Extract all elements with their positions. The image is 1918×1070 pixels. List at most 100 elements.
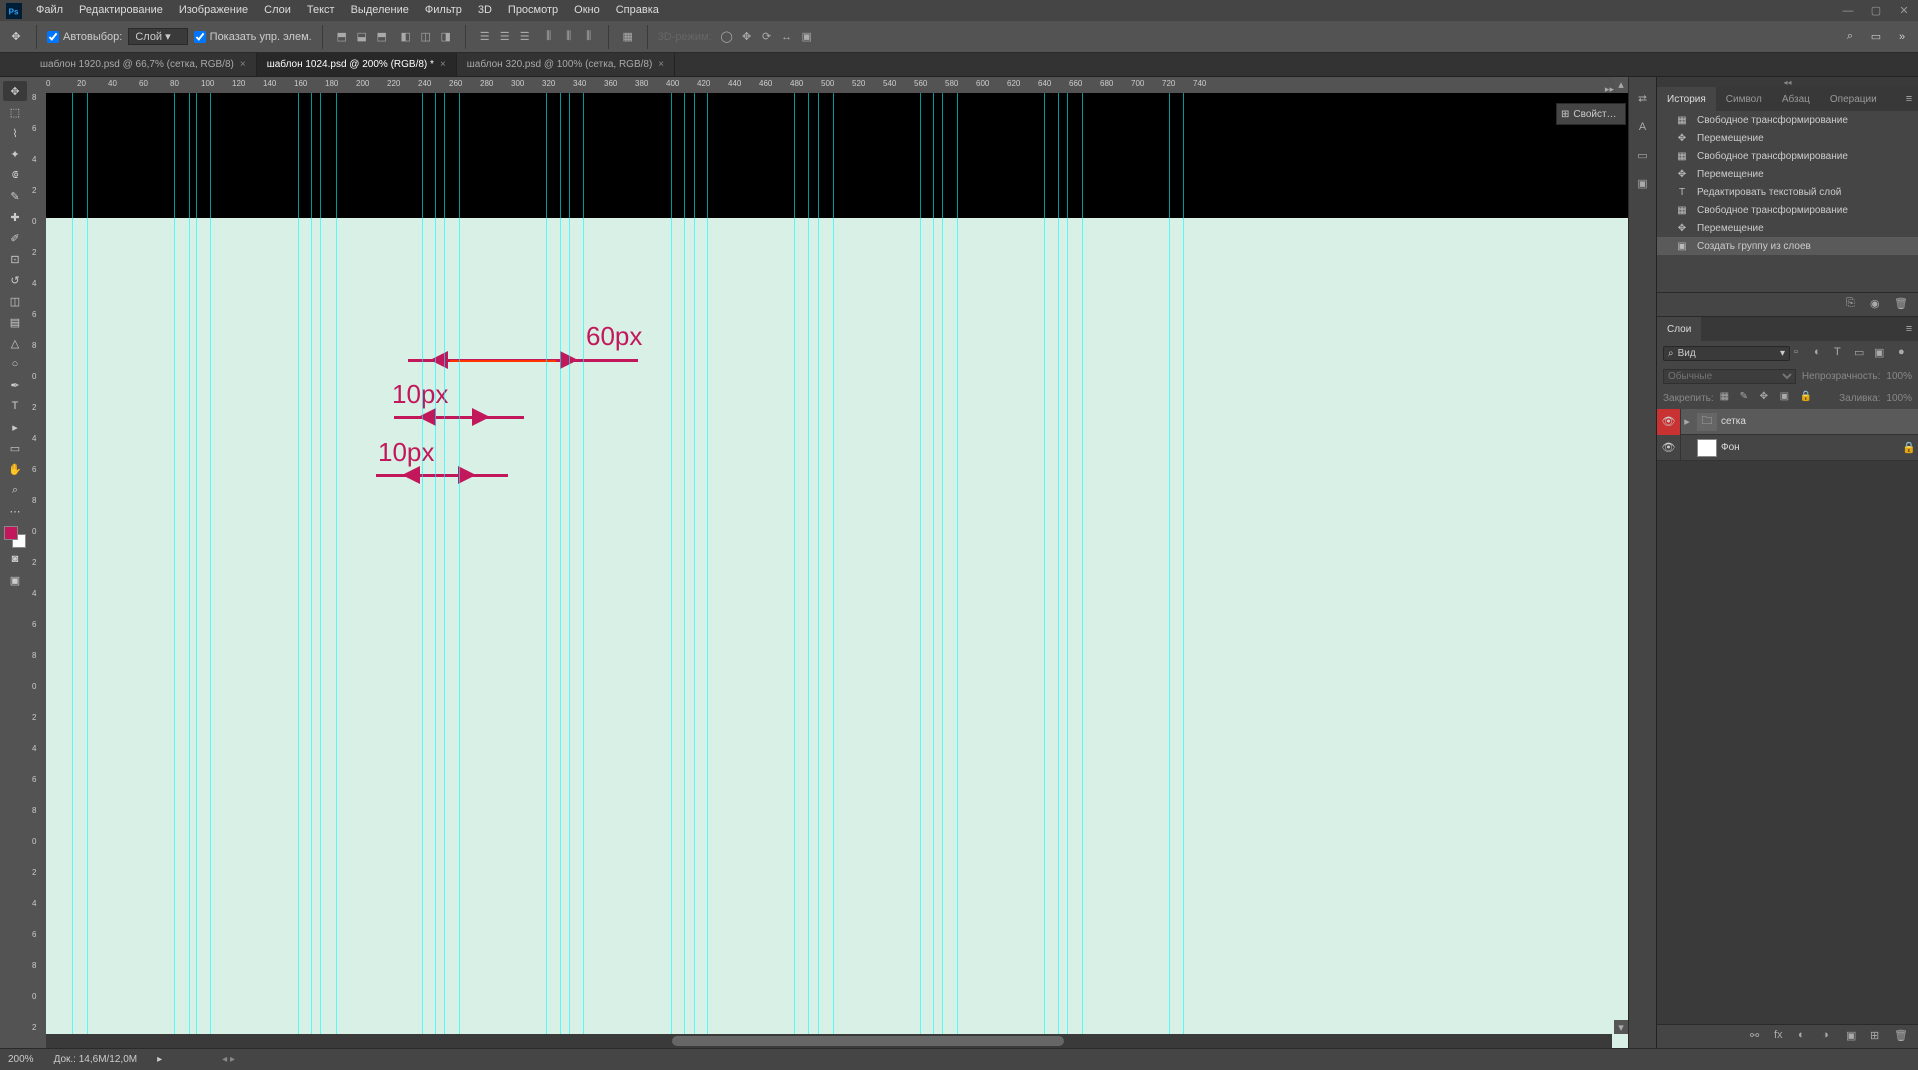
filter-image-icon[interactable]: ▫ [1794, 346, 1808, 360]
document-canvas[interactable]: 60px 10px 10px [46, 93, 1628, 1048]
3d-slide-icon[interactable]: ↔ [778, 28, 796, 46]
filter-text-icon[interactable]: T [1834, 346, 1848, 360]
menu-выделение[interactable]: Выделение [343, 0, 417, 21]
guide-vertical[interactable] [671, 93, 672, 1048]
menu-справка[interactable]: Справка [608, 0, 667, 21]
history-snapshot-icon[interactable]: ◉ [1870, 297, 1886, 313]
3d-orbit-icon[interactable]: ◯ [718, 28, 736, 46]
guide-vertical[interactable] [560, 93, 561, 1048]
glyph-panel-icon[interactable]: ⮂ [1633, 89, 1653, 109]
guide-vertical[interactable] [210, 93, 211, 1048]
brush-tool[interactable]: ✐ [3, 228, 27, 248]
distribute-right-icon[interactable]: ⫼ [580, 28, 598, 46]
ruler-horizontal[interactable]: 0204060801001201401601802002202402602803… [46, 77, 1628, 93]
guide-vertical[interactable] [583, 93, 584, 1048]
layer-name[interactable]: Фон [1721, 442, 1902, 453]
guide-vertical[interactable] [459, 93, 460, 1048]
history-item[interactable]: ✥Перемещение [1657, 129, 1918, 147]
ruler-vertical[interactable]: 86420246802468024680246802468024 [30, 93, 46, 1048]
guide-vertical[interactable] [569, 93, 570, 1048]
path-select-tool[interactable]: ▸ [3, 417, 27, 437]
new-group-icon[interactable]: ▣ [1846, 1029, 1862, 1045]
3d-camera-icon[interactable]: ▣ [798, 28, 816, 46]
3d-pan-icon[interactable]: ✥ [738, 28, 756, 46]
scroll-up-button[interactable]: ▴ [1614, 77, 1628, 91]
gradient-tool[interactable]: ▤ [3, 312, 27, 332]
auto-align-icon[interactable]: ▦ [619, 28, 637, 46]
guide-vertical[interactable] [87, 93, 88, 1048]
history-brush-tool[interactable]: ↺ [3, 270, 27, 290]
guide-vertical[interactable] [320, 93, 321, 1048]
properties-collapsed[interactable]: ⊞ Свойст… [1556, 103, 1626, 125]
scroll-down-button[interactable]: ▾ [1614, 1020, 1628, 1034]
layers-tab[interactable]: Слои [1657, 317, 1701, 341]
edit-toolbar[interactable]: ⋯ [3, 501, 27, 521]
lock-position-icon[interactable]: ✥ [1760, 391, 1774, 405]
menu-окно[interactable]: Окно [566, 0, 608, 21]
type-tool[interactable]: T [3, 396, 27, 416]
guide-vertical[interactable] [1082, 93, 1083, 1048]
lasso-tool[interactable]: ⌇ [3, 123, 27, 143]
menu-просмотр[interactable]: Просмотр [500, 0, 566, 21]
history-item[interactable]: ✥Перемещение [1657, 219, 1918, 237]
guide-vertical[interactable] [546, 93, 547, 1048]
stamp-tool[interactable]: ⊡ [3, 249, 27, 269]
guide-vertical[interactable] [1183, 93, 1184, 1048]
zoom-tool[interactable]: ⌕ [3, 480, 27, 500]
layer-name[interactable]: сетка [1721, 416, 1918, 427]
crop-tool[interactable]: ⟃ [3, 165, 27, 185]
menu-файл[interactable]: Файл [28, 0, 71, 21]
align-right-icon[interactable]: ◨ [437, 28, 455, 46]
layer-filter-select[interactable]: ⌕ Вид ▾ [1663, 346, 1790, 361]
menu-слои[interactable]: Слои [256, 0, 299, 21]
guide-vertical[interactable] [933, 93, 934, 1048]
autoselect-target-select[interactable]: Слой ▾ [128, 28, 187, 45]
magic-wand-tool[interactable]: ✦ [3, 144, 27, 164]
guide-vertical[interactable] [1058, 93, 1059, 1048]
filter-toggle-icon[interactable]: ● [1898, 346, 1912, 360]
guide-vertical[interactable] [311, 93, 312, 1048]
guide-vertical[interactable] [833, 93, 834, 1048]
history-panel-menu-icon[interactable]: ≡ [1900, 87, 1918, 111]
close-tab-icon[interactable]: × [440, 59, 446, 70]
workspace-icon[interactable]: ▭ [1866, 27, 1886, 47]
history-item[interactable]: ▦Свободное трансформирование [1657, 201, 1918, 219]
rectangle-tool[interactable]: ▭ [3, 438, 27, 458]
doc-info-arrow[interactable]: ▸ [157, 1054, 162, 1065]
guide-vertical[interactable] [707, 93, 708, 1048]
show-controls-checkbox[interactable]: Показать упр. элем. [194, 31, 312, 43]
panel-tab-Символ[interactable]: Символ [1716, 87, 1772, 111]
search-icon[interactable]: ⌕ [1840, 27, 1860, 47]
align-hcenter-icon[interactable]: ◫ [417, 28, 435, 46]
guide-vertical[interactable] [920, 93, 921, 1048]
pen-tool[interactable]: ✒ [3, 375, 27, 395]
layer-item[interactable]: 👁▸🗀сетка [1657, 409, 1918, 435]
blend-mode-select[interactable]: Обычные [1663, 369, 1796, 384]
filter-shape-icon[interactable]: ▭ [1854, 346, 1868, 360]
close-tab-icon[interactable]: × [240, 59, 246, 70]
move-tool[interactable]: ✥ [3, 81, 27, 101]
guide-vertical[interactable] [684, 93, 685, 1048]
document-tab[interactable]: шаблон 1024.psd @ 200% (RGB/8) *× [257, 53, 457, 76]
guide-vertical[interactable] [174, 93, 175, 1048]
guide-vertical[interactable] [1067, 93, 1068, 1048]
new-layer-icon[interactable]: ⊞ [1870, 1029, 1886, 1045]
distribute-vcenter-icon[interactable]: ☰ [496, 28, 514, 46]
history-item[interactable]: ▣Создать группу из слоев [1657, 237, 1918, 255]
guide-vertical[interactable] [818, 93, 819, 1048]
guide-vertical[interactable] [794, 93, 795, 1048]
blur-tool[interactable]: △ [3, 333, 27, 353]
distribute-bottom-icon[interactable]: ☰ [516, 28, 534, 46]
menu-текст[interactable]: Текст [299, 0, 343, 21]
guide-vertical[interactable] [298, 93, 299, 1048]
3d-roll-icon[interactable]: ⟳ [758, 28, 776, 46]
filter-smart-icon[interactable]: ▣ [1874, 346, 1888, 360]
history-item[interactable]: ▦Свободное трансформирование [1657, 111, 1918, 129]
layer-expand-icon[interactable]: ▸ [1681, 415, 1693, 428]
guide-vertical[interactable] [957, 93, 958, 1048]
link-layers-icon[interactable]: ⚯ [1750, 1029, 1766, 1045]
guide-vertical[interactable] [1044, 93, 1045, 1048]
libraries-panel-icon[interactable]: ▣ [1633, 173, 1653, 193]
paragraph-panel-icon[interactable]: ▭ [1633, 145, 1653, 165]
distribute-hcenter-icon[interactable]: ⫼ [560, 28, 578, 46]
